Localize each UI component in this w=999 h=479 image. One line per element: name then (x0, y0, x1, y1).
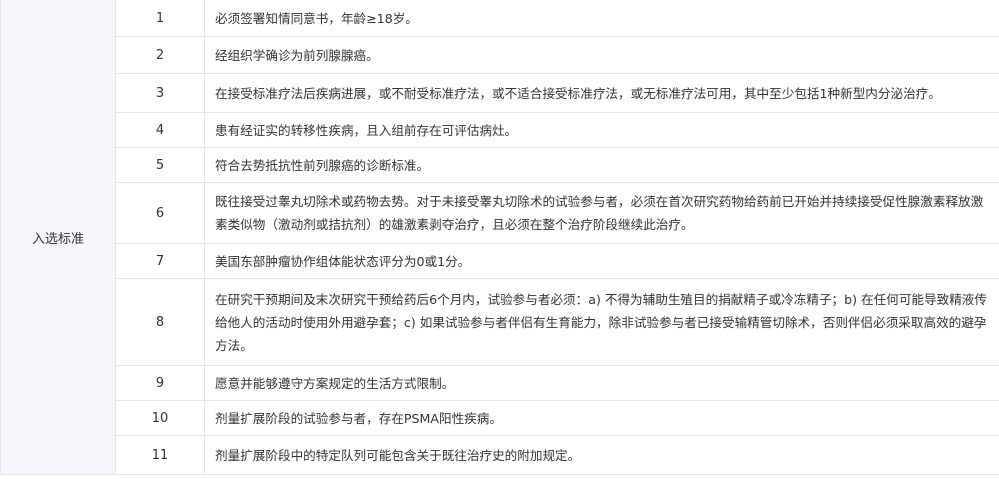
criterion-text: 必须签署知情同意书，年龄≥18岁。 (204, 0, 999, 37)
criterion-text: 既往接受过睾丸切除术或药物去势。对于未接受睾丸切除术的试验参与者，必须在首次研究… (204, 182, 999, 244)
criterion-text: 在研究干预期间及末次研究干预给药后6个月内，试验参与者必须：a) 不得为辅助生殖… (204, 278, 999, 366)
criterion-text: 符合去势抵抗性前列腺癌的诊断标准。 (204, 147, 999, 183)
criterion-number: 5 (115, 147, 205, 183)
criterion-number: 11 (115, 435, 205, 475)
category-label: 入选标准 (31, 231, 84, 247)
table-row: 9 愿意并能够遵守方案规定的生活方式限制。 (1, 365, 999, 401)
criterion-number: 10 (115, 400, 205, 436)
category-cell: 入选标准 (0, 0, 116, 475)
criterion-number: 4 (115, 112, 205, 148)
criterion-number: 3 (115, 73, 205, 113)
table-row: 7 美国东部肿瘤协作组体能状态评分为0或1分。 (1, 243, 999, 279)
table-row: 4 患有经证实的转移性疾病，且入组前存在可评估病灶。 (1, 112, 999, 148)
table-row: 10 剂量扩展阶段的试验参与者，存在PSMA阳性疾病。 (1, 400, 999, 436)
criterion-number: 8 (115, 278, 205, 366)
table-row: 入选标准 1 必须签署知情同意书，年龄≥18岁。 (0, 0, 999, 475)
criterion-text: 剂量扩展阶段的试验参与者，存在PSMA阳性疾病。 (204, 400, 999, 436)
table-row: 5 符合去势抵抗性前列腺癌的诊断标准。 (1, 147, 999, 183)
inclusion-criteria-table: 入选标准 1 必须签署知情同意书，年龄≥18岁。 2 经组织学确诊为前列腺腺癌。… (0, 0, 999, 475)
criterion-text: 剂量扩展阶段中的特定队列可能包含关于既往治疗史的附加规定。 (204, 435, 999, 475)
table-row: 2 经组织学确诊为前列腺腺癌。 (1, 36, 999, 74)
criterion-text: 在接受标准疗法后疾病进展，或不耐受标准疗法，或不适合接受标准疗法，或无标准疗法可… (204, 73, 999, 113)
criterion-text: 美国东部肿瘤协作组体能状态评分为0或1分。 (204, 243, 999, 279)
criterion-text: 愿意并能够遵守方案规定的生活方式限制。 (204, 365, 999, 401)
criterion-number: 2 (115, 36, 205, 74)
criterion-number: 9 (115, 365, 205, 401)
criterion-number: 1 (115, 0, 205, 37)
table-row: 6 既往接受过睾丸切除术或药物去势。对于未接受睾丸切除术的试验参与者，必须在首次… (1, 182, 999, 244)
criterion-text: 患有经证实的转移性疾病，且入组前存在可评估病灶。 (204, 112, 999, 148)
criterion-text: 经组织学确诊为前列腺腺癌。 (204, 36, 999, 74)
criterion-number: 6 (115, 182, 205, 244)
table-row: 3 在接受标准疗法后疾病进展，或不耐受标准疗法，或不适合接受标准疗法，或无标准疗… (1, 73, 999, 113)
criterion-number: 7 (115, 243, 205, 279)
table-row: 11 剂量扩展阶段中的特定队列可能包含关于既往治疗史的附加规定。 (1, 435, 999, 475)
table-row: 8 在研究干预期间及末次研究干预给药后6个月内，试验参与者必须：a) 不得为辅助… (1, 278, 999, 366)
